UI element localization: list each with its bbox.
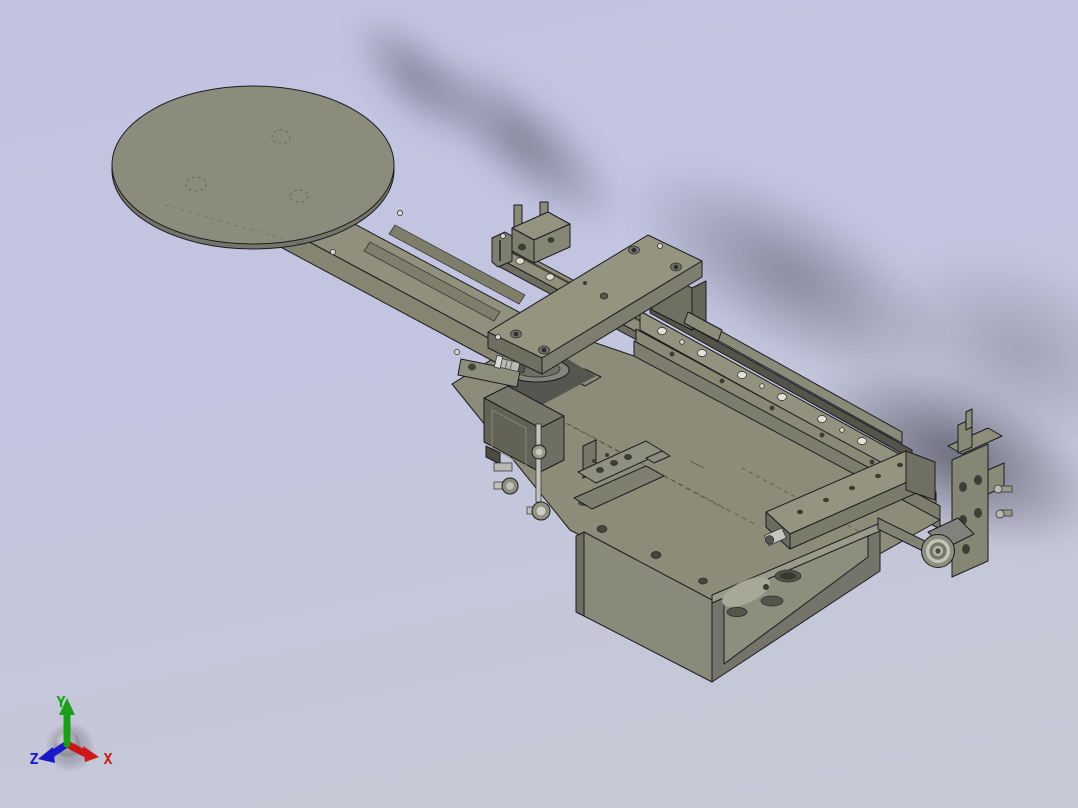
- turntable-disc[interactable]: [111, 85, 395, 250]
- z-axis-label: Z: [29, 750, 38, 768]
- model-canvas[interactable]: Y Z X: [0, 0, 1078, 808]
- motor-mount-block[interactable]: [491, 201, 571, 268]
- cad-viewport[interactable]: { "viewport": { "background_top": "#c2c3…: [0, 0, 1078, 808]
- axis-triad[interactable]: Y Z X: [29, 693, 113, 772]
- y-axis-label: Y: [56, 693, 65, 711]
- x-axis-label: X: [103, 750, 112, 768]
